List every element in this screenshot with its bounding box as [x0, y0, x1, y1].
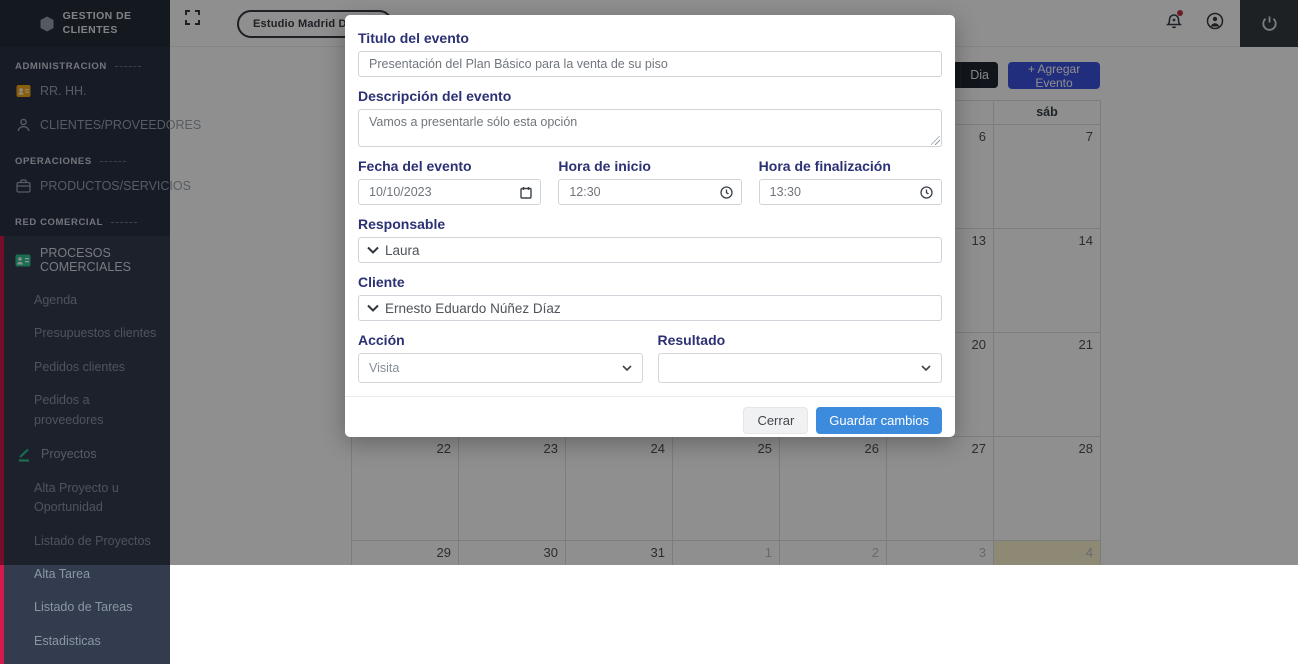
chevron-down-icon: [367, 304, 379, 312]
chevron-down-icon: [622, 365, 632, 371]
start-time-input[interactable]: 12:30: [558, 179, 741, 205]
event-title-label: Titulo del evento: [358, 30, 942, 46]
sidebar-subitem-listado-tareas[interactable]: Listado de Tareas: [4, 591, 170, 624]
clock-icon[interactable]: [720, 186, 733, 199]
close-button[interactable]: Cerrar: [743, 407, 808, 434]
action-label: Acción: [358, 332, 643, 348]
event-description-label: Descripción del evento: [358, 88, 942, 104]
event-description-textarea[interactable]: Vamos a presentarle sólo esta opción: [358, 109, 942, 147]
result-label: Resultado: [658, 332, 943, 348]
event-edit-modal: Titulo del evento Descripción del evento…: [345, 15, 955, 437]
client-label: Cliente: [358, 274, 942, 290]
event-date-label: Fecha del evento: [358, 158, 541, 174]
client-select[interactable]: Ernesto Eduardo Núñez Díaz: [358, 295, 942, 321]
start-time-label: Hora de inicio: [558, 158, 741, 174]
chevron-down-icon: [367, 246, 379, 254]
calendar-icon[interactable]: [520, 186, 532, 199]
event-title-input[interactable]: [358, 51, 942, 77]
end-time-input[interactable]: 13:30: [759, 179, 942, 205]
clock-icon[interactable]: [920, 186, 933, 199]
resize-grip-icon[interactable]: [931, 136, 940, 145]
action-select[interactable]: Visita: [358, 353, 643, 383]
result-select[interactable]: [658, 353, 943, 383]
sidebar-subitem-estadisticas[interactable]: Estadisticas: [4, 625, 170, 658]
end-time-label: Hora de finalización: [759, 158, 942, 174]
event-date-input[interactable]: 10/10/2023: [358, 179, 541, 205]
save-changes-button[interactable]: Guardar cambios: [816, 407, 942, 434]
responsible-select[interactable]: Laura: [358, 237, 942, 263]
responsible-label: Responsable: [358, 216, 942, 232]
chevron-down-icon: [921, 365, 931, 371]
